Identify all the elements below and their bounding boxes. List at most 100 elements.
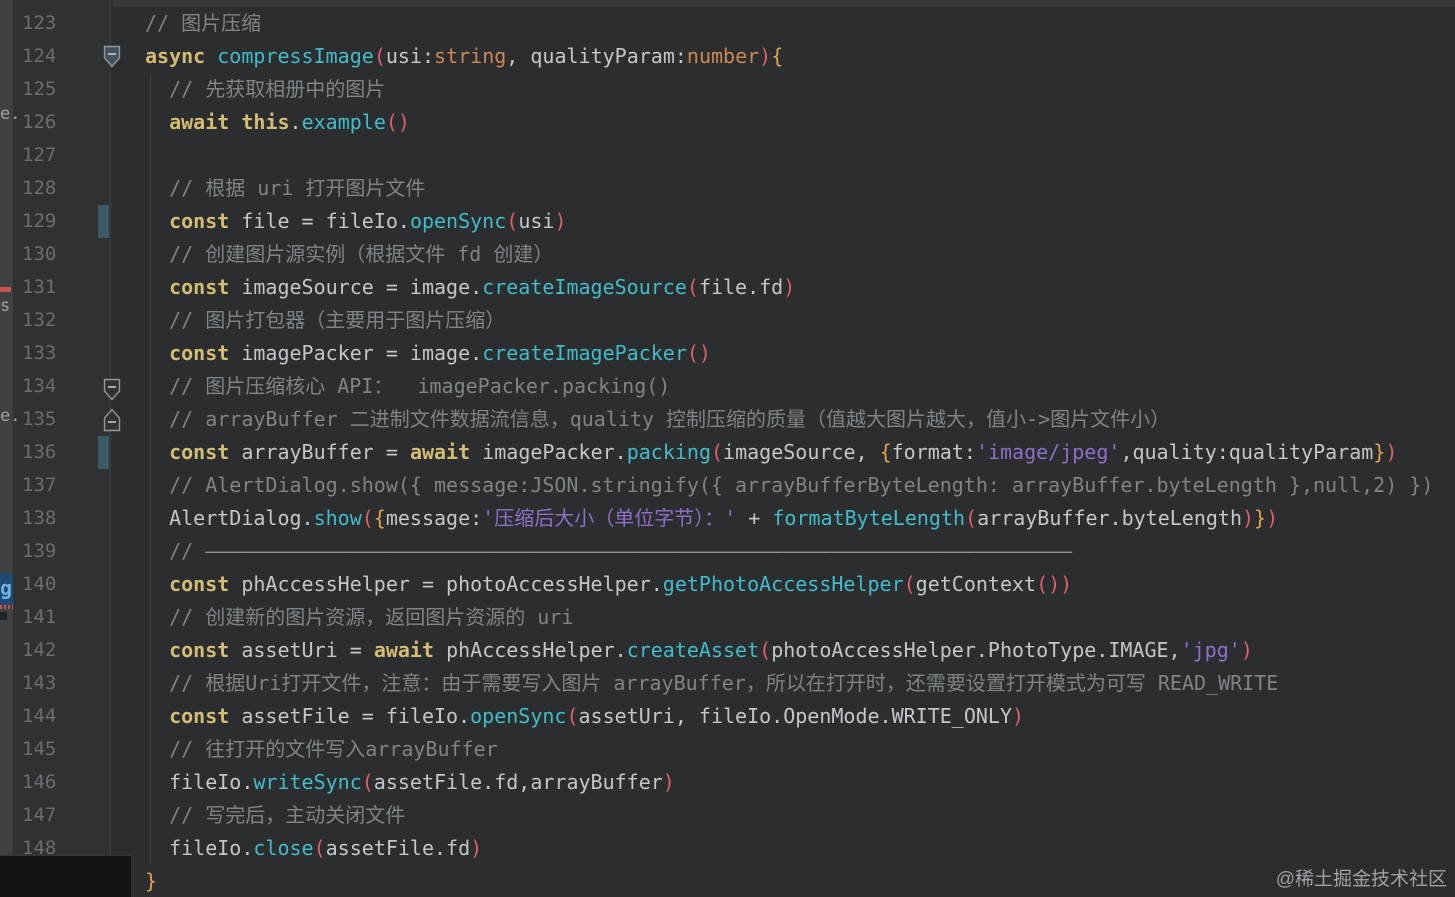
code-token: getContext: [915, 572, 1037, 596]
code-line[interactable]: const imageSource = image.createImageSou…: [145, 271, 1433, 304]
code-line[interactable]: const assetFile = fileIo.openSync(assetU…: [145, 700, 1433, 733]
line-number[interactable]: 142: [22, 634, 56, 667]
code-token: getPhotoAccessHelper: [662, 572, 904, 596]
code-line[interactable]: // 图片打包器（主要用于图片压缩）: [145, 304, 1433, 337]
vcs-change-marker[interactable]: [98, 205, 109, 238]
code-token: this: [241, 110, 290, 134]
fold-region-end-icon[interactable]: [103, 408, 121, 436]
code-token: ): [662, 770, 675, 794]
line-number[interactable]: 124: [22, 40, 56, 73]
code-line[interactable]: async compressImage(usi:string, qualityP…: [145, 40, 1433, 73]
code-line[interactable]: // 写完后，主动关闭文件: [145, 799, 1433, 832]
code-line[interactable]: // 根据Uri打开文件，注意：由于需要写入图片 arrayBuffer，所以在…: [145, 667, 1433, 700]
code-token: {: [771, 44, 784, 68]
line-number[interactable]: 125: [22, 73, 56, 106]
code-line[interactable]: // 往打开的文件写入arrayBuffer: [145, 733, 1433, 766]
line-number[interactable]: 134: [22, 370, 56, 403]
code-line[interactable]: const arrayBuffer = await imagePacker.pa…: [145, 436, 1433, 469]
code-token: const: [169, 275, 230, 299]
code-token: const: [169, 704, 230, 728]
code-token: async: [145, 44, 206, 68]
code-line[interactable]: const phAccessHelper = photoAccessHelper…: [145, 568, 1433, 601]
code-token: }: [1373, 440, 1386, 464]
code-token: ()): [1036, 572, 1073, 596]
code-token: // 往打开的文件写入arrayBuffer: [145, 737, 498, 761]
editor-pane[interactable]: // 图片压缩 async compressImage(usi:string, q…: [111, 0, 1455, 897]
code-token: packing: [626, 440, 711, 464]
line-number[interactable]: 131: [22, 271, 56, 304]
code-line[interactable]: const imagePacker = image.createImagePac…: [145, 337, 1433, 370]
code-token: 'image/jpeg': [975, 440, 1121, 464]
cropped-mark: [0, 612, 7, 620]
line-number[interactable]: 139: [22, 535, 56, 568]
code-token: show: [313, 506, 362, 530]
line-number[interactable]: 129: [22, 205, 56, 238]
code-line[interactable]: // 图片压缩核心 API： imagePacker.packing(): [145, 370, 1433, 403]
line-number[interactable]: 135: [22, 403, 56, 436]
line-number[interactable]: 141: [22, 601, 56, 634]
line-number[interactable]: 137: [22, 469, 56, 502]
line-number[interactable]: 147: [22, 799, 56, 832]
code-token: ): [554, 209, 567, 233]
line-number[interactable]: 144: [22, 700, 56, 733]
fold-region-start-icon[interactable]: [103, 378, 121, 406]
line-number[interactable]: 128: [22, 172, 56, 205]
code-line[interactable]: fileIo.writeSync(assetFile.fd,arrayBuffe…: [145, 766, 1433, 799]
code-token: (: [903, 572, 916, 596]
code-line[interactable]: // 创建新的图片资源，返回图片资源的 uri: [145, 601, 1433, 634]
code-token: (: [965, 506, 978, 530]
code-token: (: [686, 275, 699, 299]
code-line[interactable]: const assetUri = await phAccessHelper.cr…: [145, 634, 1433, 667]
code-token: (): [385, 110, 410, 134]
code-line[interactable]: }: [145, 865, 1433, 897]
vcs-change-marker[interactable]: [98, 436, 109, 469]
code-line[interactable]: // AlertDialog.show({ message:JSON.strin…: [145, 469, 1433, 502]
line-number[interactable]: 143: [22, 667, 56, 700]
line-number[interactable]: 132: [22, 304, 56, 337]
code-line[interactable]: // 先获取相册中的图片: [145, 73, 1433, 106]
line-number[interactable]: 145: [22, 733, 56, 766]
line-number[interactable]: 127: [22, 139, 56, 172]
code-token: imagePacker.: [470, 440, 627, 464]
code-token: (: [313, 836, 326, 860]
code-line[interactable]: // 图片压缩: [145, 7, 1433, 40]
code-token: '压缩后大小（单位字节）：': [482, 506, 749, 530]
line-number[interactable]: 130: [22, 238, 56, 271]
code-token: phAccessHelper.: [434, 638, 627, 662]
line-number[interactable]: 133: [22, 337, 56, 370]
code-token: imageSource,: [723, 440, 880, 464]
code-token: (: [566, 704, 579, 728]
line-number[interactable]: 138: [22, 502, 56, 535]
code-line[interactable]: // 根据 uri 打开图片文件: [145, 172, 1433, 205]
code-token: const: [169, 209, 230, 233]
code-token: (: [711, 440, 724, 464]
cropped-left-panel: e. s e. g: [0, 0, 20, 897]
code-token: // 根据 uri 打开图片文件: [145, 176, 426, 200]
code-token: formatByteLength: [772, 506, 966, 530]
line-number[interactable]: 123: [22, 7, 56, 40]
code-line[interactable]: AlertDialog.show({message:'压缩后大小（单位字节）：'…: [145, 502, 1433, 535]
code-line[interactable]: [145, 139, 1433, 172]
code-line[interactable]: // arrayBuffer 二进制文件数据流信息，quality 控制压缩的质…: [145, 403, 1433, 436]
code-token: imageSource = image.: [229, 275, 483, 299]
line-number[interactable]: 136: [22, 436, 56, 469]
line-number[interactable]: 140: [22, 568, 56, 601]
code-token: createAsset: [626, 638, 760, 662]
fold-region-start-icon[interactable]: [103, 45, 121, 73]
code-line[interactable]: // 创建图片源实例（根据文件 fd 创建）: [145, 238, 1433, 271]
line-number[interactable]: 146: [22, 766, 56, 799]
code-token: // AlertDialog.show({ message:JSON.strin…: [145, 473, 1434, 497]
code-token: string: [434, 44, 507, 68]
code-token: const: [169, 638, 230, 662]
code-line[interactable]: fileIo.close(assetFile.fd): [145, 832, 1433, 865]
code-line[interactable]: await this.example(): [145, 106, 1433, 139]
code-token: {: [879, 440, 892, 464]
editor-gutter: 123 124 125 126 127 128 129 130 131 132 133 134 135 1…: [13, 0, 110, 897]
code-token: }: [145, 869, 158, 893]
code-token: await: [373, 638, 435, 662]
code-line[interactable]: const file = fileIo.openSync(usi): [145, 205, 1433, 238]
line-number[interactable]: 126: [22, 106, 56, 139]
code-line[interactable]: // —————————————————————————————————————…: [145, 535, 1433, 568]
